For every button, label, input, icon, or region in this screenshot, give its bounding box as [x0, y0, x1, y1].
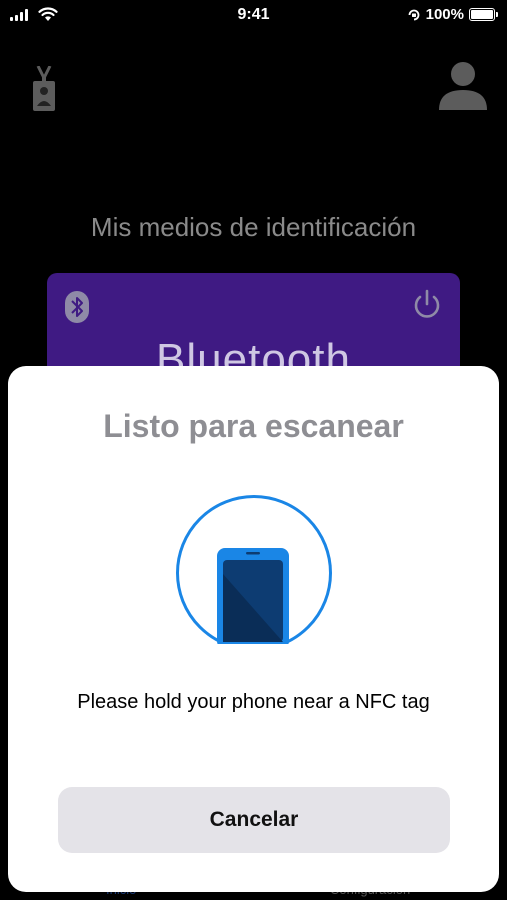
sheet-title: Listo para escanear: [103, 408, 404, 444]
battery-icon: [469, 8, 498, 21]
section-title: Mis medios de identificación: [90, 212, 417, 242]
profile-icon[interactable]: [439, 60, 487, 110]
cancel-button[interactable]: Cancelar: [58, 787, 450, 853]
battery-percent: 100%: [425, 6, 464, 23]
bluetooth-icon: [65, 291, 89, 323]
nfc-instruction-text: Please hold your phone near a NFC tag: [77, 691, 430, 713]
power-icon[interactable]: [412, 289, 442, 321]
nfc-scan-sheet: Listo para escanear Please hold your pho…: [8, 366, 499, 892]
id-badge-icon[interactable]: [30, 66, 58, 112]
phone-nfc-icon: [175, 495, 333, 652]
status-bar: 9:41 100%: [0, 0, 507, 30]
lock-rotation-icon: [408, 9, 420, 20]
